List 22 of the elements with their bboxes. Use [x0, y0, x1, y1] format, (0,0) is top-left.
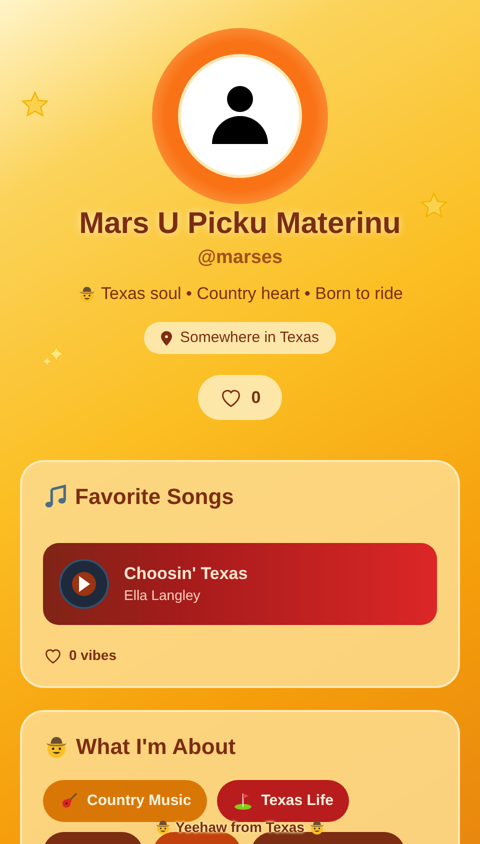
song-card[interactable]: Choosin' Texas Ella Langley	[43, 543, 437, 625]
person-icon	[212, 86, 268, 146]
section-title: Favorite Songs	[75, 483, 234, 511]
cowboy-face-icon	[77, 284, 97, 304]
profile-handle: @marses	[197, 246, 283, 270]
song-title: Choosin' Texas	[124, 563, 248, 585]
like-button[interactable]: 0	[198, 375, 282, 420]
profile-name: Mars U Picku Materinu	[79, 206, 401, 242]
location-text: Somewhere in Texas	[180, 328, 319, 348]
song-artist: Ella Langley	[124, 586, 202, 605]
profile-bio: Texas soul • Country heart • Born to ride	[101, 283, 403, 305]
interest-tag: Country Music	[43, 780, 208, 822]
section-title: What I'm About	[76, 733, 236, 761]
cowboy-face-icon	[154, 818, 172, 836]
cowboy-face-icon	[308, 818, 326, 836]
music-note-icon	[43, 484, 69, 510]
interest-tag: Texas Life	[217, 780, 350, 822]
flag-icon	[233, 791, 254, 811]
heart-icon[interactable]	[43, 646, 63, 664]
vibes-count: 0 vibes	[69, 646, 116, 665]
location-pin-icon	[161, 330, 172, 346]
play-icon[interactable]	[59, 559, 109, 609]
